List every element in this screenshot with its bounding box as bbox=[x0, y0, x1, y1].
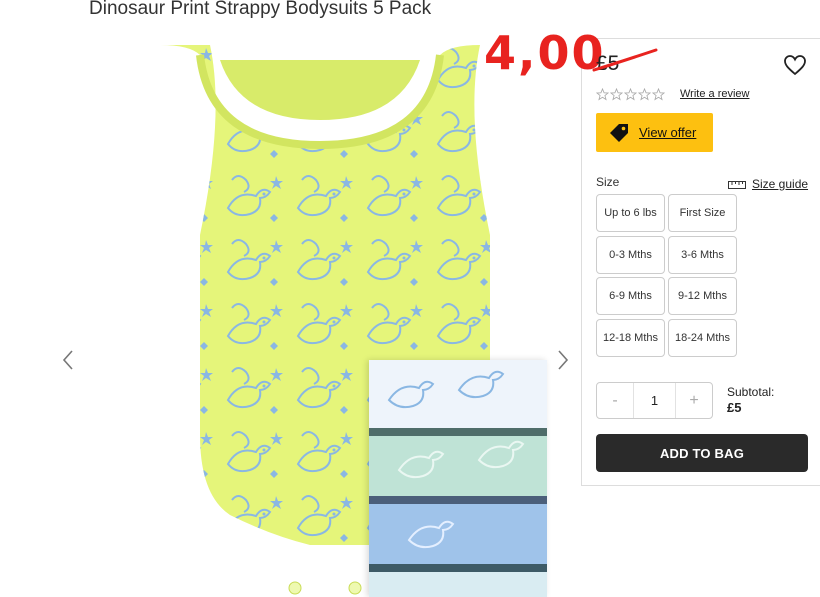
offer-price: 4,00 bbox=[484, 26, 606, 80]
size-option-9-12-mths[interactable]: 9-12 Mths bbox=[668, 277, 737, 315]
subtotal-label: Subtotal: bbox=[727, 385, 775, 399]
size-option-18-24-mths[interactable]: 18-24 Mths bbox=[668, 318, 737, 357]
product-title: Dinosaur Print Strappy Bodysuits 5 Pack bbox=[89, 0, 432, 19]
star-empty-icon bbox=[652, 88, 665, 101]
size-option-6-9-mths[interactable]: 6-9 Mths bbox=[596, 277, 665, 315]
size-guide-link[interactable]: Size guide bbox=[728, 177, 808, 191]
star-empty-icon bbox=[610, 88, 623, 101]
size-option-12-18-mths[interactable]: 12-18 Mths bbox=[596, 318, 665, 357]
quantity-input[interactable]: 1 bbox=[633, 383, 676, 418]
pack-thumbnail-image bbox=[369, 360, 547, 597]
write-review-link[interactable]: Write a review bbox=[680, 88, 749, 100]
size-guide-label: Size guide bbox=[752, 177, 809, 191]
quantity-increase-button[interactable]: + bbox=[676, 392, 712, 410]
size-option-up-to-6-lbs[interactable]: Up to 6 lbs bbox=[596, 194, 665, 232]
view-offer-button[interactable]: View offer bbox=[596, 113, 713, 152]
add-to-bag-button[interactable]: ADD TO BAG bbox=[596, 434, 808, 472]
ruler-icon bbox=[728, 181, 746, 189]
subtotal: Subtotal: £5 bbox=[727, 385, 774, 415]
rating-stars bbox=[596, 88, 665, 101]
tag-icon bbox=[610, 123, 628, 142]
quantity-stepper: - 1 + bbox=[596, 382, 713, 419]
star-empty-icon bbox=[638, 88, 651, 101]
size-option-0-3-mths[interactable]: 0-3 Mths bbox=[596, 235, 665, 274]
gallery-next-arrow[interactable] bbox=[553, 348, 573, 372]
star-empty-icon bbox=[596, 88, 609, 101]
gallery-prev-arrow[interactable] bbox=[58, 348, 78, 372]
heart-icon[interactable] bbox=[783, 54, 807, 76]
chevron-right-icon bbox=[558, 350, 569, 370]
size-label: Size bbox=[596, 175, 620, 189]
size-options: Up to 6 lbs First Size 0-3 Mths 3-6 Mths… bbox=[596, 194, 737, 357]
price-strikethrough bbox=[592, 48, 658, 72]
size-option-first-size[interactable]: First Size bbox=[668, 194, 737, 232]
quantity-decrease-button[interactable]: - bbox=[597, 392, 633, 410]
size-option-3-6-mths[interactable]: 3-6 Mths bbox=[668, 235, 737, 274]
subtotal-amount: £5 bbox=[727, 400, 742, 415]
star-empty-icon bbox=[624, 88, 637, 101]
product-gallery bbox=[0, 30, 585, 597]
chevron-left-icon bbox=[62, 350, 73, 370]
view-offer-label: View offer bbox=[639, 125, 697, 140]
